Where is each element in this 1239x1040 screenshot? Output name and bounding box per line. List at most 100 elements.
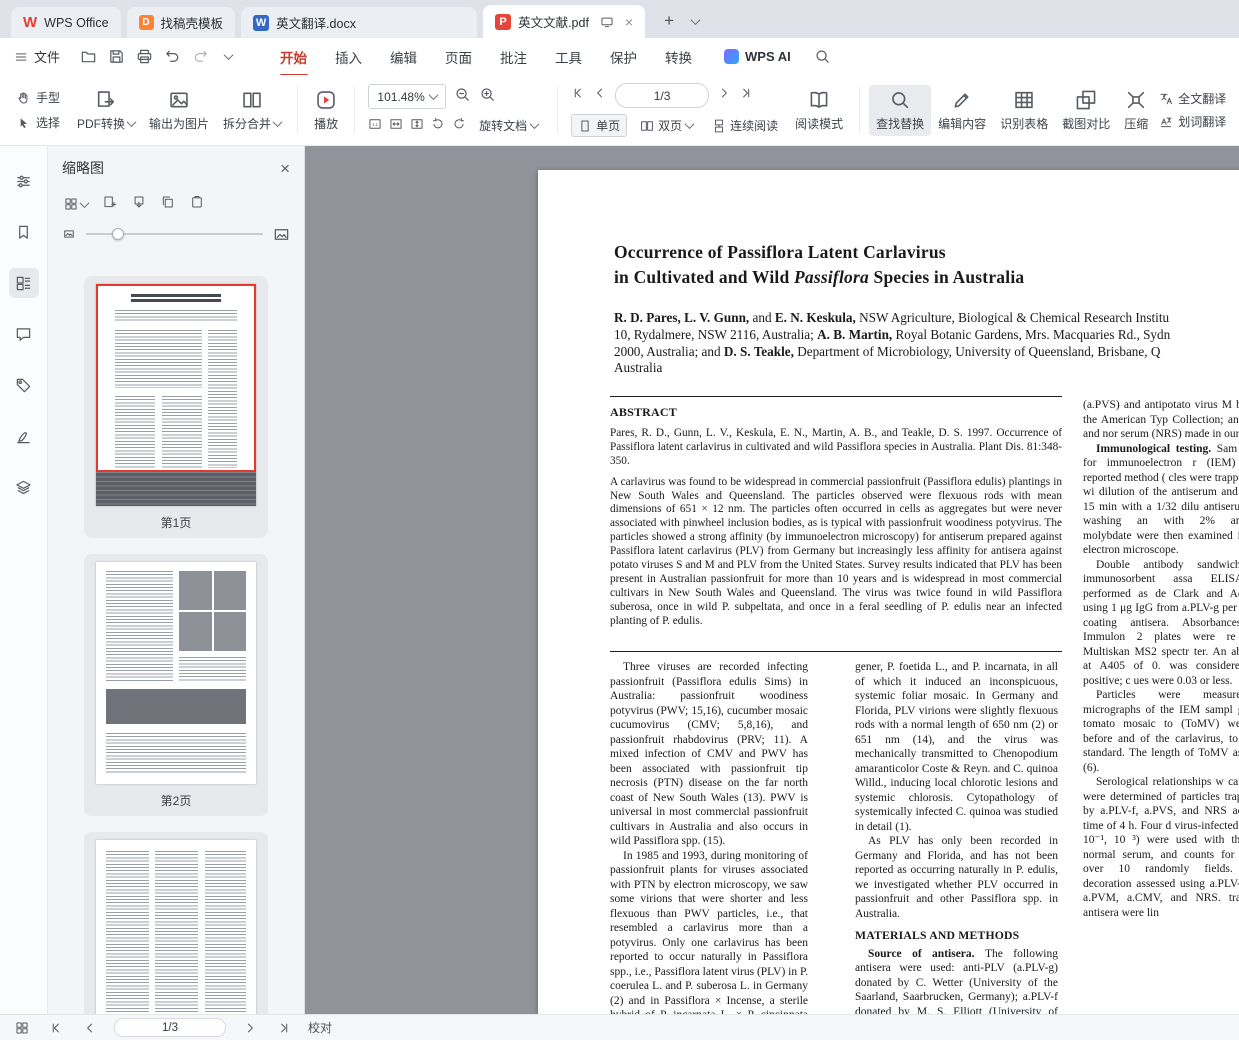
rotate-left-button[interactable]	[431, 117, 445, 134]
prev-page-button[interactable]	[80, 1018, 100, 1038]
menu-tab-edit[interactable]: 编辑	[388, 43, 419, 71]
print-icon[interactable]	[132, 45, 156, 69]
next-page-button[interactable]	[240, 1018, 260, 1038]
outline-panel-button[interactable]	[9, 166, 39, 196]
menu-tab-convert[interactable]: 转换	[663, 43, 694, 71]
menu-tab-home[interactable]: 开始	[278, 43, 309, 71]
edit-content-button[interactable]: 编辑内容	[931, 85, 993, 136]
tab-list-chevron[interactable]	[684, 8, 706, 34]
layers-panel-button[interactable]	[9, 472, 39, 502]
hand-tool-button[interactable]: 手型	[16, 89, 60, 106]
read-mode-button[interactable]: 阅读模式	[788, 85, 850, 136]
page-thumbnail-2[interactable]	[96, 562, 256, 784]
tab-word-document[interactable]: W 英文翻译.docx	[241, 7, 477, 38]
menu-tab-page[interactable]: 页面	[443, 43, 474, 71]
export-image-button[interactable]: 输出为图片	[142, 85, 216, 136]
page-thumbnail-3[interactable]	[96, 840, 256, 1014]
wps-ai-icon	[724, 49, 739, 64]
file-menu-button[interactable]: 文件	[14, 47, 60, 66]
page-number-input[interactable]: 1/3	[615, 83, 709, 108]
grid-view-icon	[64, 197, 78, 211]
single-page-button[interactable]: 单页	[571, 114, 627, 137]
find-replace-label: 查找替换	[876, 115, 924, 132]
menu-tab-tools[interactable]: 工具	[553, 43, 584, 71]
word-translate-button[interactable]: 划词翻译	[1159, 113, 1226, 130]
menu-tab-insert[interactable]: 插入	[333, 43, 364, 71]
split-merge-button[interactable]: 拆分合并	[216, 85, 288, 136]
save-icon[interactable]	[104, 45, 128, 69]
prev-page-button[interactable]	[593, 86, 607, 105]
redo-icon[interactable]	[188, 45, 212, 69]
copy-page-button[interactable]	[161, 195, 175, 214]
rotate-right-button[interactable]	[452, 117, 466, 134]
thumb-text-block	[179, 657, 246, 681]
last-page-button[interactable]	[739, 86, 753, 105]
clipboard-icon	[190, 195, 204, 209]
undo-icon[interactable]	[160, 45, 184, 69]
next-page-icon	[243, 1021, 257, 1035]
tab-docer-template[interactable]: D 找稿壳模板	[127, 7, 236, 38]
pencil-icon	[951, 89, 973, 111]
prev-page-icon	[593, 86, 607, 100]
actual-size-button[interactable]: 1:1	[368, 117, 382, 134]
wps-ai-button[interactable]: WPS AI	[724, 49, 791, 64]
insert-page-button[interactable]	[103, 195, 117, 214]
close-panel-icon[interactable]: ×	[280, 160, 290, 177]
pdf-convert-button[interactable]: PDF转换	[70, 85, 142, 136]
recognize-table-button[interactable]: 识别表格	[993, 85, 1055, 136]
comment-panel-button[interactable]	[9, 319, 39, 349]
view-mode-button[interactable]	[64, 197, 88, 211]
more-commands-chevron[interactable]	[216, 45, 240, 69]
screenshot-compare-button[interactable]: 截图对比	[1055, 85, 1117, 136]
zoom-level-select[interactable]: 101.48%	[368, 84, 446, 109]
select-tool-button[interactable]: 选择	[16, 114, 60, 131]
tab-pdf-document[interactable]: P 英文文献.pdf ×	[483, 5, 645, 38]
continuous-read-button[interactable]: 连续阅读	[706, 115, 784, 136]
thumbnail-card-1[interactable]: 第1页	[84, 276, 268, 538]
thumbnail-panel-button[interactable]	[9, 268, 39, 298]
first-page-button[interactable]	[46, 1018, 66, 1038]
new-tab-button[interactable]: +	[656, 8, 682, 34]
tab-wps-office[interactable]: W WPS Office	[11, 7, 121, 38]
zoom-out-button[interactable]	[454, 86, 471, 108]
fit-width-button[interactable]	[389, 117, 403, 134]
next-page-icon	[717, 86, 731, 100]
proofread-button[interactable]: 校对	[308, 1019, 332, 1036]
menu-tab-protect[interactable]: 保护	[608, 43, 639, 71]
last-page-button[interactable]	[274, 1018, 294, 1038]
thumbnail-card-3[interactable]: 第3页	[84, 832, 268, 1014]
search-icon[interactable]	[811, 45, 835, 69]
play-button[interactable]: 播放	[307, 85, 345, 136]
full-translate-button[interactable]: 全文翻译	[1159, 90, 1226, 107]
open-file-icon[interactable]	[76, 45, 100, 69]
thumb-text-block	[106, 851, 149, 1014]
bookmark-panel-button[interactable]	[9, 217, 39, 247]
compress-button[interactable]: 压缩	[1117, 85, 1155, 136]
page-number-input[interactable]: 1/3	[114, 1018, 226, 1037]
page-thumbnail-1[interactable]	[96, 284, 256, 506]
chevron-down-icon	[127, 117, 137, 127]
document-view-area[interactable]: Occurrence of Passiflora Latent Carlavir…	[305, 146, 1239, 1014]
rotate-doc-button[interactable]: 旋转文档	[473, 115, 544, 136]
thumb-text-block	[106, 571, 173, 682]
fit-page-button[interactable]	[410, 117, 424, 134]
slider-knob[interactable]	[112, 228, 124, 240]
thumbnail-view-toggle[interactable]	[12, 1018, 32, 1038]
paste-page-button[interactable]	[190, 195, 204, 214]
tag-panel-button[interactable]	[9, 370, 39, 400]
first-page-button[interactable]	[571, 86, 585, 105]
next-page-button[interactable]	[717, 86, 731, 105]
zoom-in-button[interactable]	[479, 86, 496, 108]
find-replace-button[interactable]: 查找替换	[869, 85, 931, 136]
thumbnail-list[interactable]: 第1页 第2页 第3页	[48, 254, 304, 1014]
annotate-panel-button[interactable]	[9, 421, 39, 451]
thumbnail-card-2[interactable]: 第2页	[84, 554, 268, 816]
present-screen-icon[interactable]	[600, 15, 614, 29]
ribbon-divider	[354, 87, 355, 133]
slider-track[interactable]	[86, 233, 263, 235]
extract-page-button[interactable]	[132, 195, 146, 214]
double-page-button[interactable]: 双页	[634, 115, 699, 136]
close-tab-icon[interactable]: ×	[625, 14, 633, 30]
wps-logo-icon: W	[23, 15, 37, 30]
menu-tab-comment[interactable]: 批注	[498, 43, 529, 71]
